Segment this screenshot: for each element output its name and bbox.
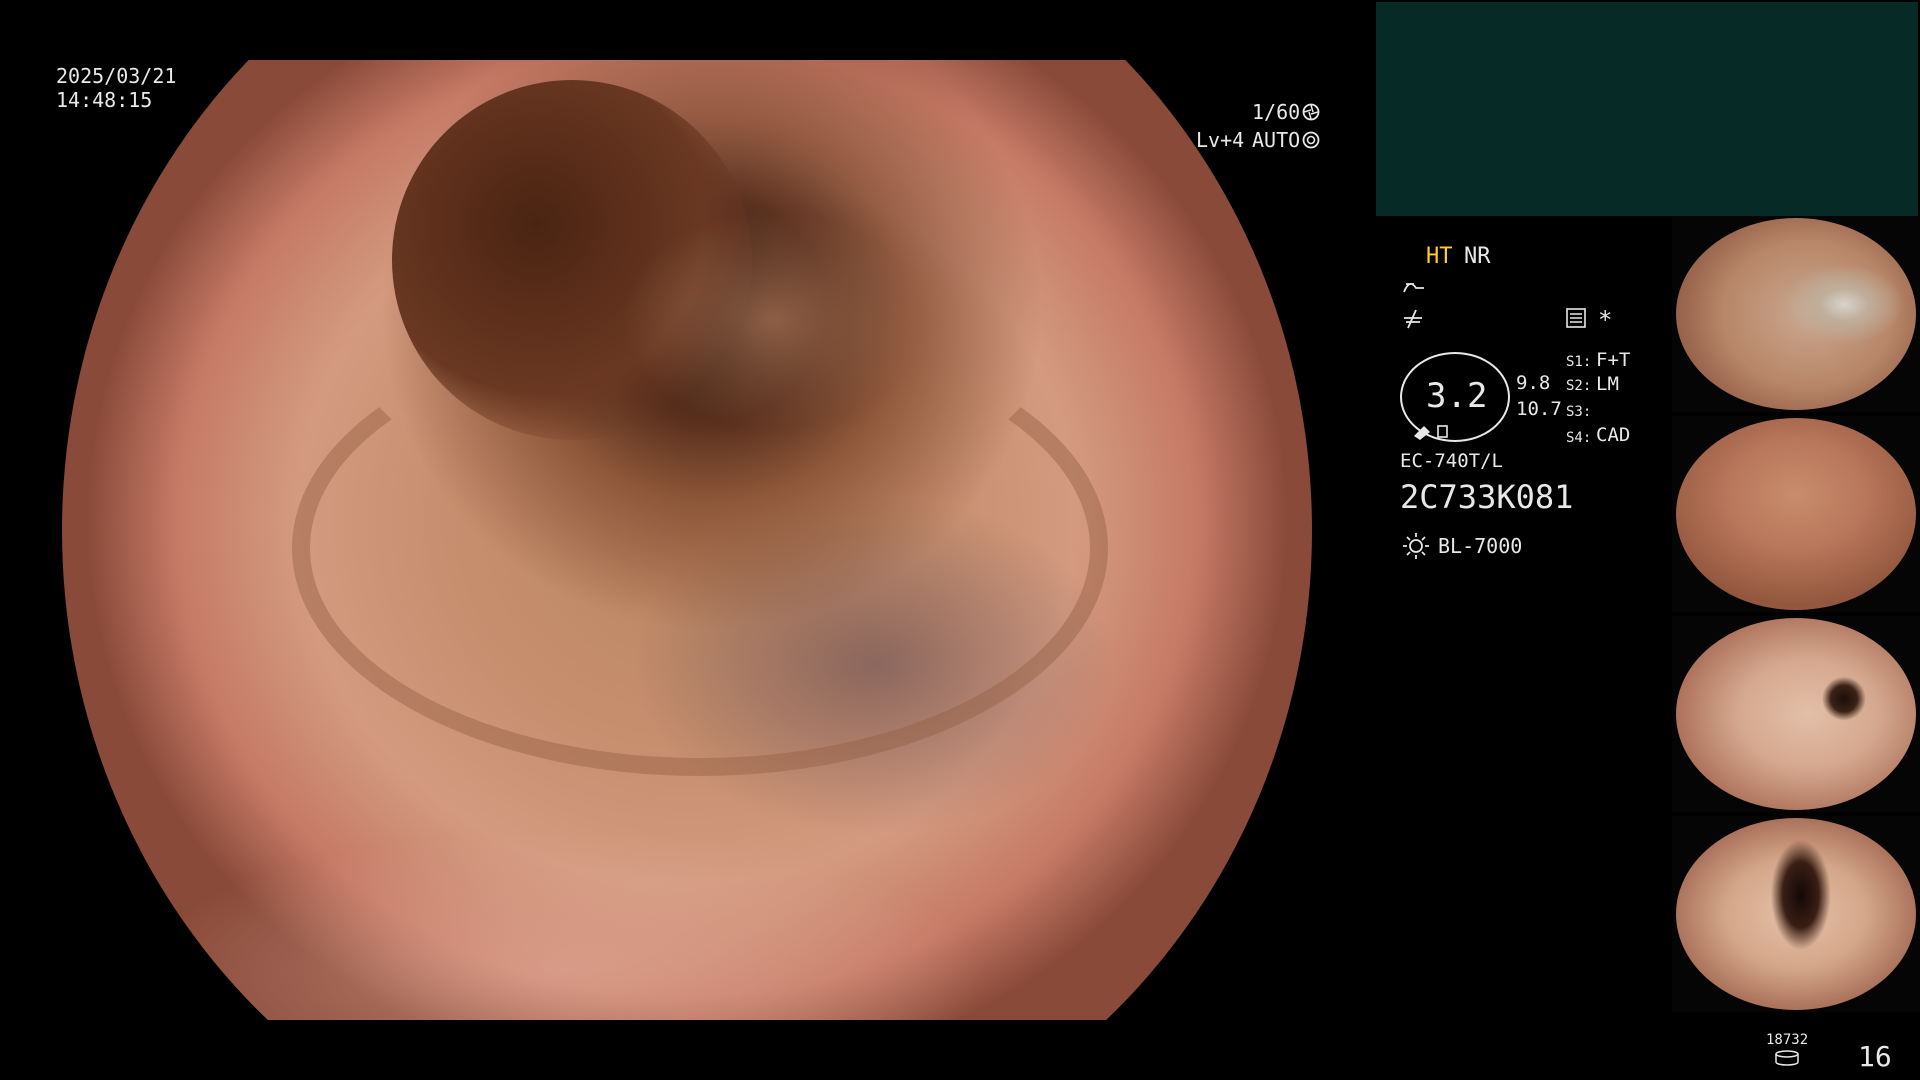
endoscope-main-image [62,60,1312,1020]
tone-curve-icon [1403,283,1424,293]
nr-indicator: NR [1464,244,1491,269]
s4-key: S4: [1566,430,1592,446]
preview-panel [1376,2,1918,216]
image-count: 16 [1858,1040,1892,1073]
scope-serial: 2C733K081 [1400,478,1574,516]
thumbnail-3[interactable] [1672,616,1920,812]
menu-icon [1566,308,1586,328]
enhance-icon [1404,309,1422,329]
scope-model: EC-740T/L [1400,450,1503,472]
light-source: BL-7000 [1438,534,1523,558]
s4-value: CAD [1596,424,1631,446]
shutter-label: 1/60 [1252,100,1301,124]
s2-key: S2: [1566,378,1592,394]
s2-value: LM [1596,373,1619,395]
ht-indicator: HT [1426,244,1453,269]
value-a: 9.8 [1516,372,1551,394]
scope-tip-icon [1414,425,1448,440]
time-label: 14:48:15 [56,88,153,112]
s3-key: S3: [1566,404,1592,420]
sun-icon [1403,533,1429,559]
date-label: 2025/03/21 [56,64,177,88]
storage-counter: 18732 [1766,1032,1809,1048]
zoom-value: 3.2 [1426,376,1488,416]
thumbnail-2[interactable] [1672,416,1920,612]
thumbnail-4[interactable] [1672,816,1920,1012]
value-b: 10.7 [1516,398,1562,420]
mode-label: AUTO [1252,128,1301,152]
star-indicator: * [1598,306,1613,334]
s1-value: F+T [1596,349,1631,371]
thumbnail-1[interactable] [1672,216,1920,412]
level-label: Lv+4 [1196,128,1245,152]
database-icon [1775,1050,1799,1066]
target-icon [1302,131,1320,149]
aperture-icon [1302,103,1320,121]
s1-key: S1: [1566,354,1592,370]
